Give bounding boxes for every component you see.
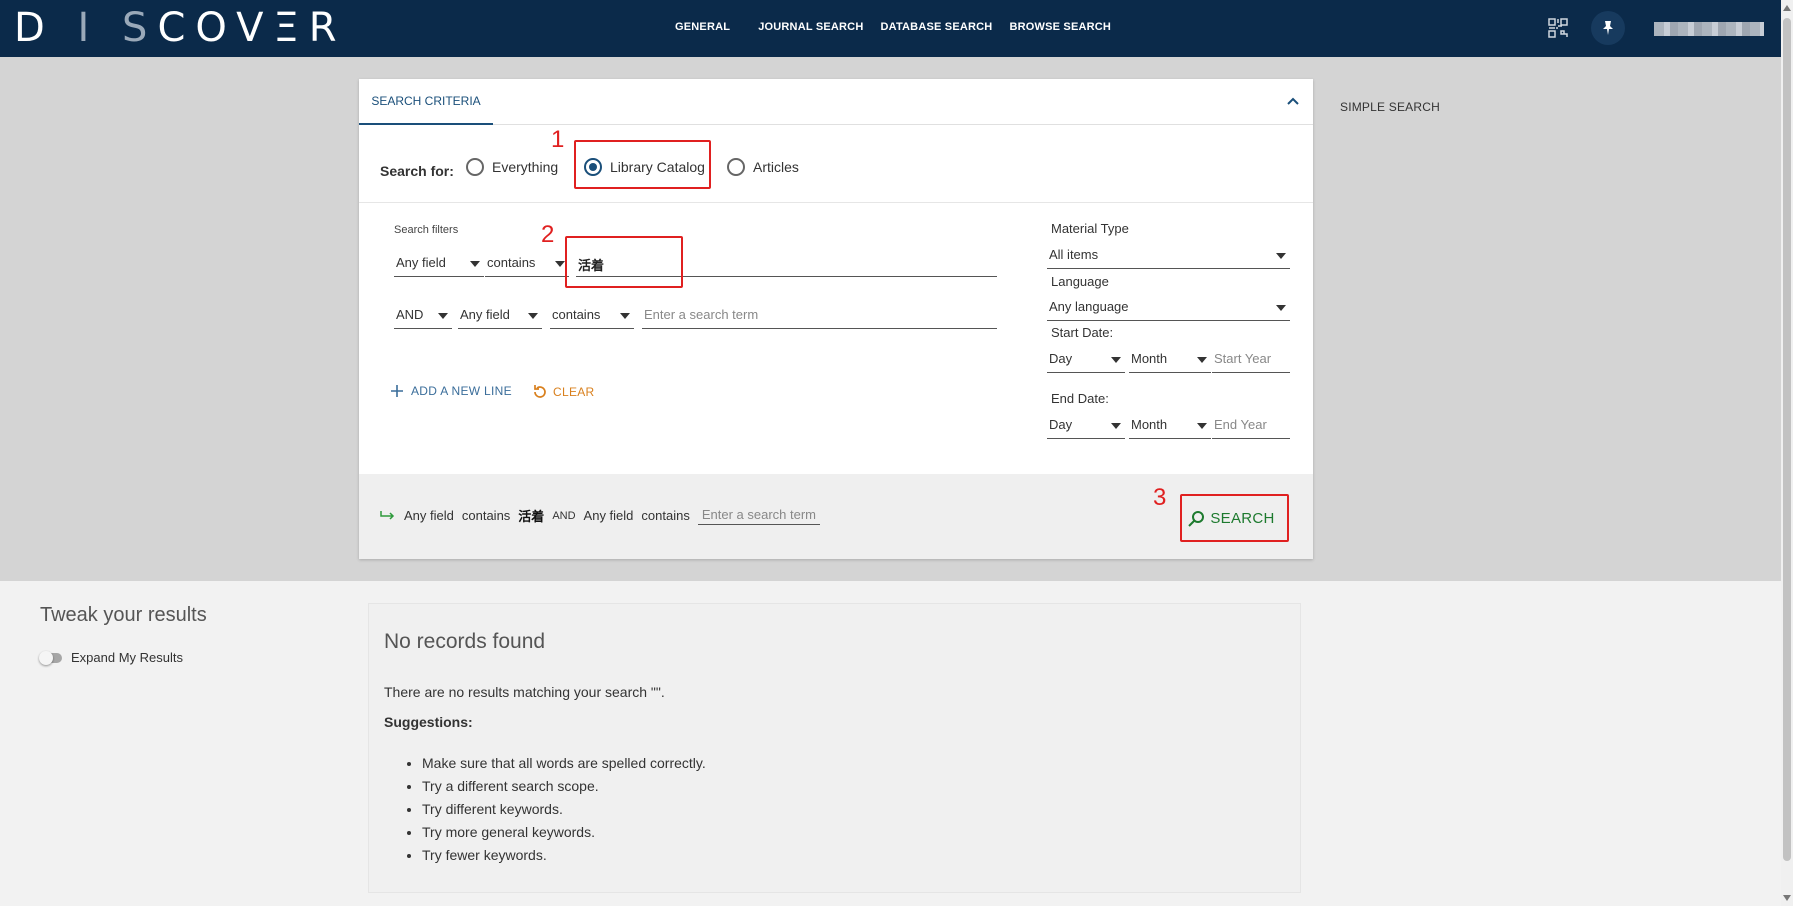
tweak-results-title: Tweak your results — [40, 604, 207, 626]
no-results-message: There are no results matching your searc… — [384, 684, 665, 700]
caret-down-icon — [1276, 305, 1286, 311]
summary-search-term-input[interactable]: Enter a search term — [697, 507, 820, 525]
caret-down-icon — [438, 313, 448, 319]
top-bar: D I SCOVΞR GENERAL JOURNAL SEARCH DATABA… — [0, 0, 1781, 57]
row2-field-select[interactable]: Any field — [458, 303, 542, 329]
start-year-input[interactable]: Start Year — [1212, 347, 1290, 373]
language-select[interactable]: Any language — [1047, 295, 1290, 321]
list-item: Try different keywords. — [422, 798, 706, 821]
list-item: Try a different search scope. — [422, 775, 706, 798]
qr-code-icon[interactable] — [1544, 14, 1572, 42]
suggestions-list: Make sure that all words are spelled cor… — [404, 752, 706, 867]
radio-circle — [727, 158, 745, 176]
annotation-number-3: 3 — [1153, 484, 1167, 511]
suggestions-label: Suggestions: — [384, 714, 473, 730]
radio-articles[interactable]: Articles — [727, 158, 799, 176]
start-date-label: Start Date: — [1051, 325, 1114, 340]
list-item: Try fewer keywords. — [422, 844, 706, 867]
discover-logo[interactable]: D I SCOVΞR — [14, 8, 347, 48]
caret-down-icon — [528, 313, 538, 319]
row1-operator-select[interactable]: contains — [485, 251, 569, 277]
material-type-select[interactable]: All items — [1047, 243, 1290, 269]
nav-general[interactable]: GENERAL — [675, 21, 730, 33]
no-records-title: No records found — [384, 630, 546, 653]
pin-icon[interactable] — [1591, 11, 1625, 45]
search-filters-label: Search filters — [394, 224, 459, 236]
annotation-number-2: 2 — [541, 221, 555, 248]
arrow-right-icon — [380, 510, 395, 520]
caret-down-icon — [1197, 423, 1207, 429]
start-day-select[interactable]: Day — [1047, 347, 1125, 373]
material-type-label: Material Type — [1051, 221, 1129, 236]
row2-search-input[interactable]: Enter a search term — [642, 303, 997, 329]
clear-button[interactable]: CLEAR — [531, 383, 595, 401]
nav-database-search[interactable]: DATABASE SEARCH — [880, 21, 992, 33]
language-label: Language — [1051, 274, 1109, 289]
caret-down-icon — [1111, 357, 1121, 363]
query-summary-bar: Any field contains 活着 AND Any field cont… — [359, 474, 1313, 559]
chevron-up-icon[interactable] — [1285, 93, 1301, 109]
nav-browse-search[interactable]: BROWSE SEARCH — [1009, 21, 1111, 33]
search-criteria-card: SEARCH CRITERIA Search for: Everything L… — [359, 79, 1313, 559]
annotation-box-3 — [1180, 494, 1289, 542]
results-panel: No records found There are no results ma… — [368, 603, 1301, 893]
caret-down-icon — [1197, 357, 1207, 363]
main-nav: GENERAL JOURNAL SEARCH DATABASE SEARCH B… — [675, 21, 1128, 33]
tab-search-criteria[interactable]: SEARCH CRITERIA — [359, 79, 493, 125]
radio-circle — [466, 158, 484, 176]
card-tabs: SEARCH CRITERIA — [359, 79, 1313, 125]
nav-journal-search[interactable]: JOURNAL SEARCH — [758, 21, 863, 33]
annotation-box-2 — [565, 236, 683, 288]
row2-boolean-select[interactable]: AND — [394, 303, 452, 329]
simple-search-link[interactable]: SIMPLE SEARCH — [1340, 100, 1440, 114]
list-item: Make sure that all words are spelled cor… — [422, 752, 706, 775]
caret-down-icon — [555, 261, 565, 267]
end-year-input[interactable]: End Year — [1212, 413, 1290, 439]
radio-everything[interactable]: Everything — [466, 158, 558, 176]
expand-results-toggle[interactable]: Expand My Results — [39, 650, 183, 665]
end-date-label: End Date: — [1051, 391, 1109, 406]
refresh-icon — [534, 385, 546, 398]
toggle-switch[interactable] — [39, 650, 62, 665]
page-scrollbar[interactable] — [1781, 0, 1793, 906]
annotation-box-1 — [574, 140, 711, 189]
caret-down-icon — [470, 261, 480, 267]
search-for-section: Search for: Everything Library Catalog A… — [359, 125, 1313, 203]
list-item: Try more general keywords. — [422, 821, 706, 844]
query-summary: Any field contains 活着 AND Any field cont… — [380, 506, 828, 525]
add-new-line-button[interactable]: ADD A NEW LINE — [389, 383, 512, 399]
scroll-thumb[interactable] — [1783, 18, 1791, 861]
user-account[interactable] — [1654, 22, 1764, 36]
row2-operator-select[interactable]: contains — [550, 303, 634, 329]
scroll-down-icon[interactable] — [1783, 895, 1791, 901]
caret-down-icon — [1111, 423, 1121, 429]
search-for-label: Search for: — [380, 163, 454, 179]
plus-icon — [391, 385, 403, 397]
scroll-up-icon[interactable] — [1783, 5, 1791, 11]
caret-down-icon — [620, 313, 630, 319]
start-month-select[interactable]: Month — [1129, 347, 1211, 373]
end-month-select[interactable]: Month — [1129, 413, 1211, 439]
caret-down-icon — [1276, 253, 1286, 259]
row1-field-select[interactable]: Any field — [394, 251, 484, 277]
annotation-number-1: 1 — [551, 126, 565, 153]
end-day-select[interactable]: Day — [1047, 413, 1125, 439]
